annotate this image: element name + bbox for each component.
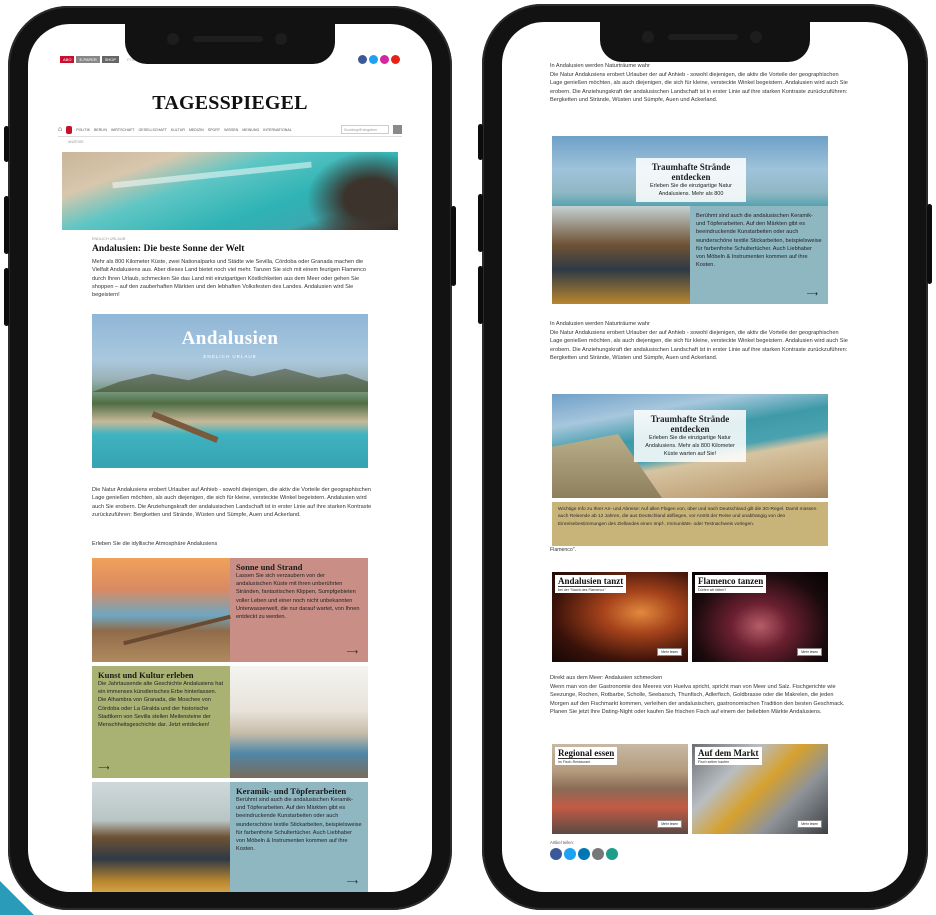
- tile-title: Auf dem Markt: [698, 748, 759, 758]
- notch: [600, 22, 810, 62]
- promenade-image: [92, 558, 231, 662]
- nav-meinung[interactable]: MEINUNG: [242, 128, 259, 132]
- nav-wissen[interactable]: WISSEN: [224, 128, 238, 132]
- card-kunst-kultur[interactable]: Kunst und Kultur erleben Die Jahrtausend…: [92, 666, 368, 778]
- nav-gesellschaft[interactable]: GESELLSCHAFT: [139, 128, 167, 132]
- twitter-icon[interactable]: [564, 848, 576, 860]
- promo-card-text: Berühmt sind auch die andalusischen Kera…: [696, 213, 822, 269]
- tile-regional-essen[interactable]: Regional essen im Fisch-Restaurant Mehr …: [552, 744, 688, 834]
- social-links: [358, 54, 400, 64]
- promo-text: Erleben Sie die einzigartige Natur Andal…: [645, 435, 735, 457]
- plus-badge[interactable]: [66, 125, 73, 134]
- facebook-icon[interactable]: [550, 848, 562, 860]
- telegram-icon[interactable]: [606, 848, 618, 860]
- card-text: Berühmt sind auch die andalusischen Kera…: [236, 797, 362, 853]
- twitter-icon[interactable]: [369, 54, 378, 64]
- card-sonne-strand[interactable]: Sonne und Strand Lassen Sie sich verzaub…: [92, 558, 368, 662]
- flamenco-fragment: Flamenco".: [550, 547, 577, 553]
- hero-title: Andalusien: [181, 328, 279, 349]
- arrow-right-icon[interactable]: ⟶: [98, 763, 109, 772]
- search-input[interactable]: Suchbegriff eingeben: [341, 125, 389, 134]
- gastronomy-paragraph: Wenn man von der Gastronomie des Meeres …: [550, 684, 845, 715]
- tile-title: Regional essen: [558, 748, 615, 758]
- tile-subtitle: bei der "Nacht des Flamenco": [558, 586, 624, 592]
- nav-politik[interactable]: POLITIK: [76, 128, 90, 132]
- nature-paragraph-2: Die Natur Andalusiens erobert Urlauber d…: [550, 330, 848, 361]
- arrow-right-icon[interactable]: ⟶: [347, 647, 358, 656]
- article-title: Andalusien: Die beste Sonne der Welt: [92, 244, 245, 254]
- tile-subtitle: im Fisch-Restaurant: [558, 758, 615, 764]
- card-text: Lassen Sie sich verzaubern von der andal…: [236, 573, 360, 621]
- tile-title: Andalusien tanzt: [558, 576, 624, 586]
- home-icon[interactable]: ⌂: [58, 126, 62, 133]
- nature-paragraph: Die Natur Andalusiens erobert Urlauber d…: [550, 72, 848, 103]
- card-text: Die Jahrtausende alte Geschichte Andalus…: [98, 681, 224, 729]
- linkedin-icon[interactable]: [578, 848, 590, 860]
- travel-notice: Wichtige Info zu Ihrer An- und Abreise: …: [552, 502, 828, 546]
- card-title: Kunst und Kultur erleben: [98, 670, 194, 680]
- share-label: Artikel teilen:: [550, 840, 574, 845]
- arrow-right-icon[interactable]: ⟶: [347, 877, 358, 886]
- white-village-image: [230, 666, 368, 778]
- nav-medizin[interactable]: MEDIZIN: [189, 128, 204, 132]
- tile-auf-dem-markt[interactable]: Auf dem Markt Fisch selber kaufen Mehr l…: [692, 744, 828, 834]
- nav-berlin[interactable]: BERLIN: [94, 128, 107, 132]
- caption-naturtraume: In Andalusien werden Naturträume wahr: [550, 63, 650, 69]
- tile-subtitle: Fisch selber kaufen: [698, 758, 759, 764]
- phone-left: ABO E-PAPER SHOP PODCAST NEWSLETTER SPIE…: [4, 6, 456, 910]
- screen-right: In Andalusien werden Naturträume wahr Di…: [502, 22, 908, 892]
- shop-link[interactable]: SHOP: [101, 55, 120, 63]
- nav-sport[interactable]: SPORT: [208, 128, 220, 132]
- facebook-icon[interactable]: [358, 54, 367, 64]
- nav-kultur[interactable]: KULTUR: [171, 128, 185, 132]
- atmosphere-lead: Erleben Sie die idyllische Atmosphäre An…: [92, 541, 218, 547]
- epaper-link[interactable]: E-PAPER: [76, 55, 100, 63]
- pottery-image: [92, 782, 230, 892]
- screen-left: ABO E-PAPER SHOP PODCAST NEWSLETTER SPIE…: [28, 24, 432, 892]
- caption-meer: Direkt aus dem Meer: Andalusien schmecke…: [550, 675, 663, 681]
- tile-flamenco-tanzen[interactable]: Flamenco tanzen Dürfen wir bitten? Mehr …: [692, 572, 828, 662]
- card-title: Keramik- und Töpferarbeiten: [236, 786, 347, 796]
- tile-title: Flamenco tanzen: [698, 576, 764, 586]
- andalusien-hero-image: Andalusien ENDLICH URLAUB: [92, 314, 368, 468]
- mehr-lesen-button[interactable]: Mehr lesen: [657, 648, 682, 656]
- hero-subtitle: ENDLICH URLAUB: [203, 354, 257, 359]
- article-kicker: ENDLICH URLAUB: [92, 237, 126, 241]
- notice-text: Wichtige Info zu Ihrer An- und Abreise: …: [558, 507, 817, 527]
- promo-title: Traumhafte Strände entdecken: [650, 414, 730, 434]
- nature-paragraph: Die Natur Andalusiens erobert Urlauber a…: [92, 487, 372, 518]
- caption-naturtraume-2: In Andalusien werden Naturträume wahr: [550, 321, 650, 327]
- arrow-right-icon[interactable]: ⟶: [807, 289, 818, 298]
- abo-link[interactable]: ABO: [60, 55, 75, 63]
- notch: [125, 24, 335, 64]
- card-title: Sonne und Strand: [236, 562, 303, 572]
- tile-andalusien-tanzt[interactable]: Andalusien tanzt bei der "Nacht des Flam…: [552, 572, 688, 662]
- share-buttons: [550, 848, 618, 860]
- nav-international[interactable]: INTERNATIONAL: [263, 128, 292, 132]
- main-nav: ⌂ POLITIK BERLIN WIRTSCHAFT GESELLSCHAFT…: [58, 125, 402, 137]
- mehr-lesen-button[interactable]: Mehr lesen: [657, 820, 682, 828]
- mail-icon[interactable]: [592, 848, 604, 860]
- promo-title: Traumhafte Strände entdecken: [651, 162, 731, 182]
- site-logo[interactable]: TAGESSPIEGEL: [28, 92, 432, 115]
- mehr-lesen-button[interactable]: Mehr lesen: [797, 820, 822, 828]
- promo-text: Erleben Sie die einzigartige Natur Andal…: [650, 183, 732, 197]
- card-keramik[interactable]: Keramik- und Töpferarbeiten Berühmt sind…: [92, 782, 368, 892]
- nav-wirtschaft[interactable]: WIRTSCHAFT: [111, 128, 135, 132]
- aerial-beach-image: [62, 152, 398, 230]
- promo-beach-card-2[interactable]: Traumhafte Strände entdecken Erleben Sie…: [552, 394, 828, 498]
- tile-subtitle: Dürfen wir bitten?: [698, 586, 764, 592]
- anzeige-label: ANZEIGE: [68, 140, 84, 144]
- article-intro: Mehr als 800 Kilometer Küste, zwei Natio…: [92, 259, 367, 299]
- phone-right: In Andalusien werden Naturträume wahr Di…: [478, 4, 932, 910]
- search-icon[interactable]: [393, 125, 402, 134]
- instagram-icon[interactable]: [380, 54, 389, 64]
- promo-beach-card[interactable]: Traumhafte Strände entdecken Erleben Sie…: [552, 136, 828, 304]
- youtube-icon[interactable]: [391, 54, 400, 64]
- mehr-lesen-button[interactable]: Mehr lesen: [797, 648, 822, 656]
